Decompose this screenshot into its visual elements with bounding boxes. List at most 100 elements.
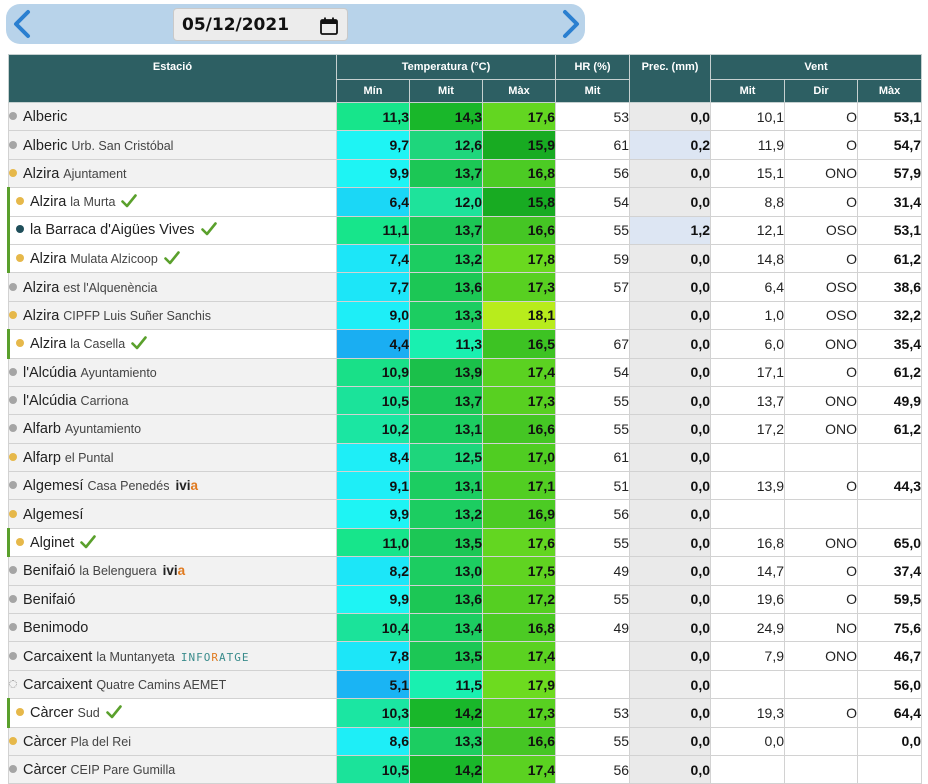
temp-mit-header[interactable]: Mit — [409, 79, 483, 103]
station-name[interactable]: Carcaixent — [23, 677, 92, 693]
station-location: la Muntanyeta — [96, 649, 175, 664]
humidity-header: HR (%) — [555, 54, 631, 80]
calendar-icon[interactable] — [319, 16, 339, 36]
table-row[interactable]: Carcaixent Quatre Camins AEMET 5,1 11,5 17,9… — [8, 669, 923, 700]
station-cell[interactable]: Alzira CIPFP Luis Suñer Sanchis — [8, 300, 337, 331]
station-name[interactable]: Alfarp — [23, 450, 61, 466]
station-location: la Belenguera — [79, 564, 157, 579]
station-cell[interactable]: Algemesí — [8, 499, 337, 529]
station-status-dot-icon — [9, 424, 17, 433]
station-cell[interactable]: Carcaixent Quatre Camins AEMET — [8, 669, 337, 700]
wind-max-cell: 64,4 — [857, 698, 923, 728]
wind-dir-header[interactable]: Dir — [784, 79, 859, 103]
station-name[interactable]: Benifaió — [23, 563, 75, 579]
station-name[interactable]: Algemesí — [23, 478, 83, 494]
station-name[interactable]: Alginet — [30, 535, 74, 551]
temp-min-header[interactable]: Mín — [336, 79, 410, 103]
table-row[interactable]: Algemesí Casa Penedés ivia 9,1 13,1 17,1 51 0,0… — [8, 471, 923, 501]
table-row[interactable]: l'Alcúdia Carriona 10,5 13,7 17,3 55 0,0 13,7 ON… — [8, 385, 923, 416]
next-day-arrow-icon[interactable] — [555, 8, 585, 40]
station-cell[interactable]: Alberic Urb. San Cristóbal — [8, 130, 337, 160]
table-row[interactable]: Alginet 11,0 13,5 17,6 55 0,0 16,8 ONO 65,0 — [7, 527, 923, 558]
station-name[interactable]: Benimodo — [23, 620, 88, 636]
station-cell[interactable]: Alginet — [7, 527, 337, 558]
precipitation-header[interactable]: Prec. (mm) — [629, 54, 712, 103]
station-name[interactable]: Càrcer — [30, 705, 74, 721]
station-cell[interactable]: Benifaió — [8, 584, 337, 615]
table-row[interactable]: Carcaixent la Muntanyeta INFORATGE 7,8 13,5 1… — [8, 641, 923, 671]
table-row[interactable]: Càrcer Sud 10,3 14,2 17,3 53 0,0 19,3 O 64,4 — [7, 698, 923, 728]
station-name[interactable]: la Barraca d'Aigües Vives — [30, 222, 195, 238]
station-name[interactable]: Alzira — [30, 336, 66, 352]
verified-check-icon — [121, 194, 138, 211]
wind-mit-cell: 6,0 — [710, 329, 786, 359]
station-cell[interactable]: Alzira la Casella — [7, 329, 337, 359]
station-cell[interactable]: Càrcer Sud — [7, 698, 337, 728]
station-name[interactable]: l'Alcúdia — [23, 365, 77, 381]
station-cell[interactable]: Benifaió la Belenguera ivia — [8, 556, 337, 586]
table-row[interactable]: Alzira est l'Alquenència 7,7 13,6 17,3 57 0,0 6… — [8, 272, 923, 302]
humidity-cell: 56 — [555, 499, 631, 529]
station-name[interactable]: Algemesí — [23, 507, 83, 523]
station-cell[interactable]: Alfarp el Puntal — [8, 442, 337, 473]
station-cell[interactable]: l'Alcúdia Carriona — [8, 385, 337, 416]
station-cell[interactable]: Alzira Ajuntament — [8, 158, 337, 189]
station-cell[interactable]: Alzira Mulata Alzicoop — [7, 243, 337, 274]
station-cell[interactable]: Alzira est l'Alquenència — [8, 272, 337, 302]
station-cell[interactable]: Càrcer CEIP Pare Gumilla — [8, 754, 337, 784]
table-row[interactable]: Algemesí 9,9 13,2 16,9 56 0,0 — [8, 499, 923, 529]
wind-dir-cell: NO — [784, 613, 859, 643]
table-row[interactable]: Alberic 11,3 14,3 17,6 53 0,0 10,1 O 53,1 — [8, 101, 923, 132]
station-cell[interactable]: Alfarb Ayuntamiento — [8, 414, 337, 444]
table-row[interactable]: Alzira la Casella 4,4 11,3 16,5 67 0,0 6,0 ONO 35… — [7, 329, 923, 359]
station-name[interactable]: Alberic — [23, 138, 67, 154]
station-name[interactable]: Alzira — [30, 251, 66, 267]
table-row[interactable]: Alzira CIPFP Luis Suñer Sanchis 9,0 13,3 18,… — [8, 300, 923, 331]
table-row[interactable]: Alzira Ajuntament 9,9 13,7 16,8 56 0,0 15,1 ONO 5… — [8, 158, 923, 189]
station-name[interactable]: Alzira — [23, 166, 59, 182]
previous-day-arrow-icon[interactable] — [8, 8, 38, 40]
table-row[interactable]: Benifaió 9,9 13,6 17,2 55 0,0 19,6 O 59,5 — [8, 584, 923, 615]
station-status-dot-icon — [9, 736, 17, 745]
wind-mit-header[interactable]: Mit — [710, 79, 786, 103]
station-cell[interactable]: Alzira la Murta — [7, 187, 337, 217]
station-name[interactable]: Carcaixent — [23, 649, 92, 665]
wind-max-header[interactable]: Màx — [857, 79, 923, 103]
station-name[interactable]: Benifaió — [23, 592, 75, 608]
station-status-dot-icon — [9, 310, 17, 319]
temp-max-header[interactable]: Màx — [481, 79, 557, 103]
station-name[interactable]: Alzira — [23, 280, 59, 296]
table-row[interactable]: Alfarp el Puntal 8,4 12,5 17,0 61 0,0 — [8, 442, 923, 473]
date-input[interactable]: 05/12/2021 — [173, 8, 348, 41]
station-name[interactable]: Alzira — [23, 308, 59, 324]
station-name[interactable]: l'Alcúdia — [23, 393, 77, 409]
inforatge-logo-icon: INFORATGE — [180, 650, 250, 664]
station-name[interactable]: Alfarb — [23, 421, 61, 437]
station-cell[interactable]: Carcaixent la Muntanyeta INFORATGE — [8, 641, 337, 671]
station-name[interactable]: Alzira — [30, 194, 66, 210]
wind-max-cell: 46,7 — [857, 641, 923, 671]
table-row[interactable]: Alzira la Murta 6,4 12,0 15,8 54 0,0 8,8 O 31,4 — [7, 187, 923, 217]
humidity-cell — [555, 641, 631, 671]
table-row[interactable]: Alzira Mulata Alzicoop 7,4 13,2 17,8 59 0,0 14,… — [7, 243, 923, 274]
table-row[interactable]: Càrcer CEIP Pare Gumilla 10,5 14,2 17,4 56 0,0 — [8, 754, 923, 784]
table-row[interactable]: l'Alcúdia Ayuntamiento 10,9 13,9 17,4 54 0,0 17… — [8, 357, 923, 387]
table-row[interactable]: Benifaió la Belenguera ivia 8,2 13,0 17,5 49 0,… — [8, 556, 923, 586]
temp-min-cell: 9,9 — [336, 158, 410, 189]
station-cell[interactable]: Benimodo — [8, 613, 337, 643]
station-cell[interactable]: l'Alcúdia Ayuntamiento — [8, 357, 337, 387]
table-row[interactable]: Alfarb Ayuntamiento 10,2 13,1 16,6 55 0,0 17,2 O… — [8, 414, 923, 444]
table-row[interactable]: Benimodo 10,4 13,4 16,8 49 0,0 24,9 NO 75,6 — [8, 613, 923, 643]
station-name[interactable]: Alberic — [23, 109, 67, 125]
station-name[interactable]: Càrcer — [23, 734, 67, 750]
station-name[interactable]: Càrcer — [23, 762, 67, 778]
station-cell[interactable]: Alberic — [8, 101, 337, 132]
humidity-mit-header[interactable]: Mit — [555, 79, 631, 103]
station-header[interactable]: Estació — [8, 54, 337, 103]
station-cell[interactable]: Algemesí Casa Penedés ivia — [8, 471, 337, 501]
table-row[interactable]: Alberic Urb. San Cristóbal 9,7 12,6 15,9 61 0,… — [8, 130, 923, 160]
station-cell[interactable]: Càrcer Pla del Rei — [8, 726, 337, 756]
table-row[interactable]: la Barraca d'Aigües Vives 11,1 13,7 16,6 55 1… — [7, 215, 923, 245]
table-row[interactable]: Càrcer Pla del Rei 8,6 13,3 16,6 55 0,0 0,0 0,0 — [8, 726, 923, 756]
station-cell[interactable]: la Barraca d'Aigües Vives — [7, 215, 337, 245]
